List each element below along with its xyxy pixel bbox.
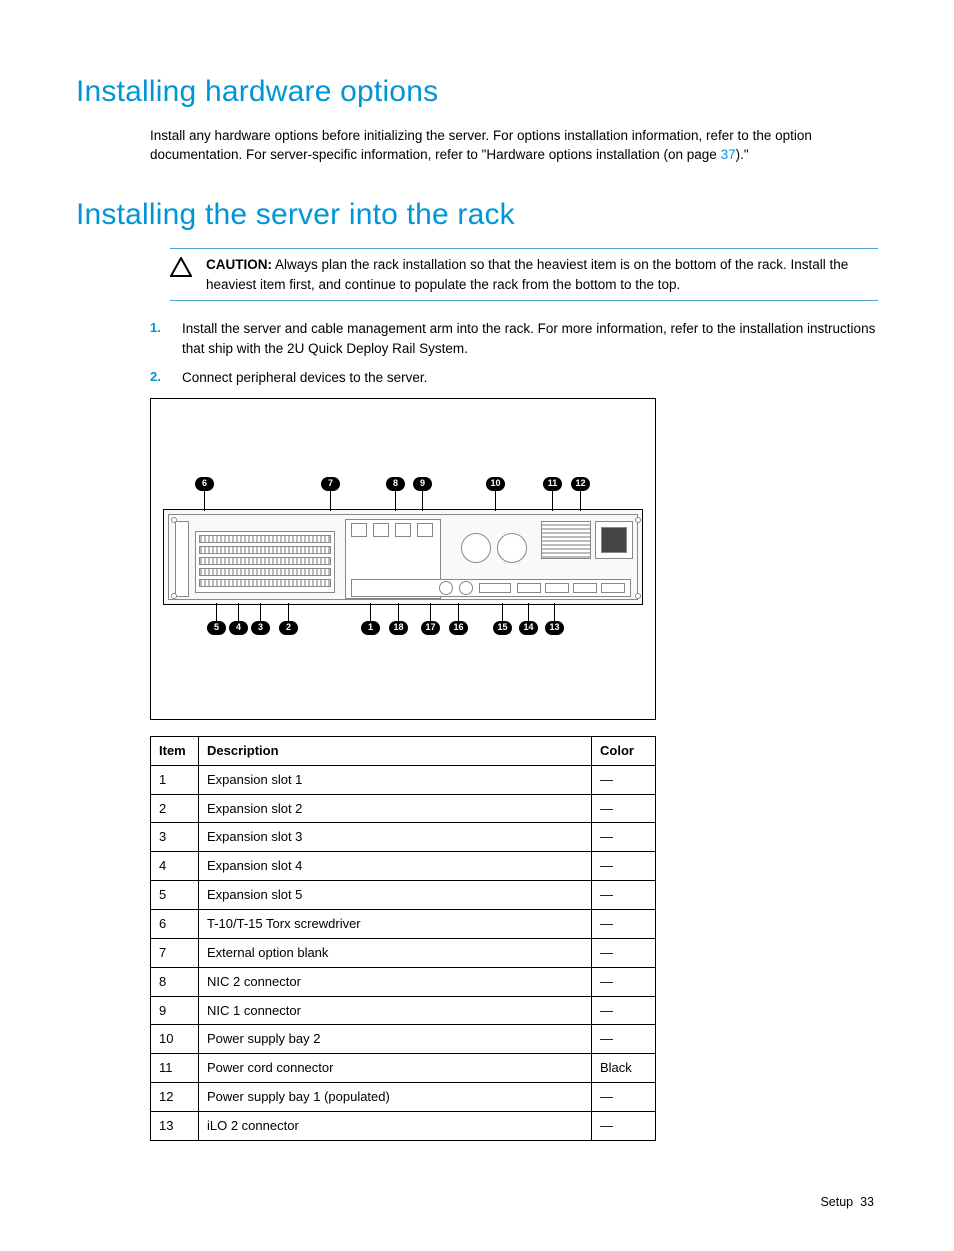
cell-description: Expansion slot 1 xyxy=(199,765,592,794)
server-rear-diagram: 6 7 89 10 11 12 5432 1 18 17 16 15 14 13 xyxy=(150,398,656,720)
intro-text-post: )." xyxy=(736,147,749,162)
callout-8: 8 xyxy=(386,477,405,491)
callout-11: 11 xyxy=(543,477,562,491)
callout-10: 10 xyxy=(486,477,505,491)
cell-item: 2 xyxy=(151,794,199,823)
callout-3: 3 xyxy=(251,621,270,635)
footer-section: Setup xyxy=(820,1195,853,1209)
cell-color: — xyxy=(592,1083,656,1112)
cell-description: Power cord connector xyxy=(199,1054,592,1083)
table-row: 12Power supply bay 1 (populated)— xyxy=(151,1083,656,1112)
heading-installing-hardware-options: Installing hardware options xyxy=(76,70,878,114)
cell-description: Expansion slot 4 xyxy=(199,852,592,881)
cell-description: Expansion slot 2 xyxy=(199,794,592,823)
cell-color: — xyxy=(592,967,656,996)
cell-item: 3 xyxy=(151,823,199,852)
callout-5: 5 xyxy=(207,621,226,635)
table-row: 9NIC 1 connector— xyxy=(151,996,656,1025)
cell-item: 11 xyxy=(151,1054,199,1083)
table-row: 1Expansion slot 1— xyxy=(151,765,656,794)
table-row: 7External option blank— xyxy=(151,938,656,967)
intro-text-pre: Install any hardware options before init… xyxy=(150,128,812,163)
th-description: Description xyxy=(199,736,592,765)
table-row: 3Expansion slot 3— xyxy=(151,823,656,852)
section-intro-hardware: Install any hardware options before init… xyxy=(150,126,878,165)
cell-item: 9 xyxy=(151,996,199,1025)
cell-color: — xyxy=(592,1111,656,1140)
cell-description: Power supply bay 2 xyxy=(199,1025,592,1054)
cell-item: 4 xyxy=(151,852,199,881)
cell-color: — xyxy=(592,1025,656,1054)
callout-1: 1 xyxy=(361,621,380,635)
cell-description: NIC 2 connector xyxy=(199,967,592,996)
step-1: Install the server and cable management … xyxy=(150,319,878,358)
table-row: 8NIC 2 connector— xyxy=(151,967,656,996)
cell-item: 1 xyxy=(151,765,199,794)
callout-17: 17 xyxy=(421,621,440,635)
cell-description: Power supply bay 1 (populated) xyxy=(199,1083,592,1112)
caution-icon xyxy=(170,255,192,294)
page-link-37[interactable]: 37 xyxy=(721,147,736,162)
step-2: Connect peripheral devices to the server… xyxy=(150,368,878,388)
cell-description: iLO 2 connector xyxy=(199,1111,592,1140)
cell-description: T-10/T-15 Torx screwdriver xyxy=(199,910,592,939)
cell-item: 12 xyxy=(151,1083,199,1112)
table-row: 5Expansion slot 5— xyxy=(151,881,656,910)
cell-color: — xyxy=(592,852,656,881)
caution-body: Always plan the rack installation so tha… xyxy=(206,257,848,292)
footer-page: 33 xyxy=(860,1195,874,1209)
cell-color: — xyxy=(592,910,656,939)
cell-description: NIC 1 connector xyxy=(199,996,592,1025)
cell-item: 7 xyxy=(151,938,199,967)
cell-item: 10 xyxy=(151,1025,199,1054)
connector-table: Item Description Color 1Expansion slot 1… xyxy=(150,736,656,1141)
cell-description: External option blank xyxy=(199,938,592,967)
caution-box: CAUTION: Always plan the rack installati… xyxy=(170,248,878,301)
cell-description: Expansion slot 3 xyxy=(199,823,592,852)
cell-color: — xyxy=(592,881,656,910)
callout-2: 2 xyxy=(279,621,298,635)
table-row: 2Expansion slot 2— xyxy=(151,794,656,823)
cell-color: — xyxy=(592,765,656,794)
caution-label: CAUTION: xyxy=(206,257,272,272)
callout-13: 13 xyxy=(545,621,564,635)
callout-7: 7 xyxy=(321,477,340,491)
callout-14: 14 xyxy=(519,621,538,635)
table-row: 13iLO 2 connector— xyxy=(151,1111,656,1140)
th-item: Item xyxy=(151,736,199,765)
table-row: 11Power cord connectorBlack xyxy=(151,1054,656,1083)
cell-color: — xyxy=(592,996,656,1025)
callout-12: 12 xyxy=(571,477,590,491)
th-color: Color xyxy=(592,736,656,765)
page-footer: Setup 33 xyxy=(76,1193,878,1211)
cell-color: — xyxy=(592,794,656,823)
callout-16: 16 xyxy=(449,621,468,635)
table-row: 10Power supply bay 2— xyxy=(151,1025,656,1054)
cell-description: Expansion slot 5 xyxy=(199,881,592,910)
callout-18: 18 xyxy=(389,621,408,635)
callout-4: 4 xyxy=(229,621,248,635)
table-row: 4Expansion slot 4— xyxy=(151,852,656,881)
cell-color: — xyxy=(592,823,656,852)
cell-item: 8 xyxy=(151,967,199,996)
table-row: 6T-10/T-15 Torx screwdriver— xyxy=(151,910,656,939)
cell-item: 5 xyxy=(151,881,199,910)
install-steps-list: Install the server and cable management … xyxy=(150,319,878,388)
cell-color: — xyxy=(592,938,656,967)
cell-color: Black xyxy=(592,1054,656,1083)
heading-installing-server-rack: Installing the server into the rack xyxy=(76,193,878,237)
callout-9: 9 xyxy=(413,477,432,491)
callout-15: 15 xyxy=(493,621,512,635)
caution-text: CAUTION: Always plan the rack installati… xyxy=(206,255,878,294)
cell-item: 13 xyxy=(151,1111,199,1140)
callout-6: 6 xyxy=(195,477,214,491)
cell-item: 6 xyxy=(151,910,199,939)
